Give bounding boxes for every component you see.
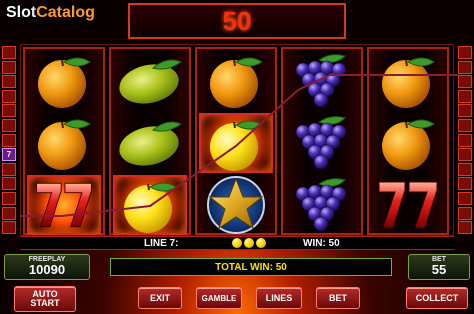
left-line-indicator <box>2 75 16 89</box>
auto-start-label-line2: START <box>30 298 60 308</box>
grapes-symbol <box>285 51 359 111</box>
orange-symbol <box>371 113 445 173</box>
left-line-indicator <box>2 104 16 118</box>
lines-label: LINES <box>265 292 293 303</box>
right-line-indicators <box>458 46 472 235</box>
right-line-indicator <box>458 177 472 191</box>
mini-lemon-icon <box>256 238 266 248</box>
collect-button[interactable]: COLLECT <box>406 287 468 309</box>
right-line-indicator <box>458 206 472 220</box>
lemon-symbol <box>113 51 187 111</box>
logo: SlotCatalog <box>6 4 95 22</box>
freeplay-panel: FREEPLAY 10090 <box>4 254 90 280</box>
grapes-symbol <box>285 175 359 235</box>
gamble-button[interactable]: GAMBLE <box>196 287 242 309</box>
win-display: 50 <box>128 3 346 39</box>
reel-1 <box>23 47 105 235</box>
exit-button[interactable]: EXIT <box>138 287 182 309</box>
left-line-indicator <box>2 206 16 220</box>
left-line-indicator <box>2 60 16 74</box>
lines-button[interactable]: LINES <box>256 287 302 309</box>
right-line-indicator <box>458 162 472 176</box>
orange-symbol <box>27 113 101 173</box>
auto-start-button[interactable]: AUTO START <box>14 286 76 312</box>
right-line-indicator <box>458 119 472 132</box>
freeplay-value: 10090 <box>28 262 66 277</box>
left-line-indicator <box>2 162 16 176</box>
mini-lemon-icon <box>244 238 254 248</box>
winning-symbols <box>232 238 266 248</box>
reel-5 <box>367 47 449 235</box>
reel-2 <box>109 47 191 235</box>
exit-label: EXIT <box>149 292 170 303</box>
winning-line-label: LINE 7: <box>144 238 179 249</box>
bet-button[interactable]: BET <box>316 287 360 309</box>
left-line-indicator <box>2 192 16 205</box>
right-line-indicator <box>458 221 472 235</box>
seven-symbol <box>371 175 445 235</box>
right-line-indicator <box>458 104 472 118</box>
seven-symbol <box>27 175 101 235</box>
bet-button-label: BET <box>329 292 347 303</box>
left-line-indicator <box>2 133 16 147</box>
right-line-indicator <box>458 192 472 205</box>
right-line-indicator <box>458 46 472 59</box>
logo-text-catalog: Catalog <box>36 4 95 21</box>
total-win-display: TOTAL WIN: 50 <box>110 258 392 276</box>
left-line-indicator <box>2 177 16 191</box>
right-line-indicator <box>458 148 472 162</box>
info-bar: LINE 7: WIN: 50 <box>20 236 454 250</box>
orange-symbol <box>371 51 445 111</box>
reel-3 <box>195 47 277 235</box>
orange-symbol <box>199 51 273 111</box>
left-line-indicators: 7 <box>2 46 16 235</box>
left-line-indicator <box>2 89 16 103</box>
gamble-label: GAMBLE <box>201 293 237 303</box>
left-line-indicator <box>2 119 16 132</box>
grapes-symbol <box>285 113 359 173</box>
mini-lemon-icon <box>232 238 242 248</box>
bet-value: 55 <box>431 262 447 277</box>
lemon-yellow-symbol <box>113 175 187 235</box>
right-line-indicator <box>458 60 472 74</box>
reel-area <box>20 44 454 236</box>
left-line-indicator <box>2 46 16 59</box>
lemon-yellow-symbol <box>199 113 273 173</box>
logo-text-slot: Slot <box>6 4 37 21</box>
lemon-symbol <box>113 113 187 173</box>
total-win-text: TOTAL WIN: 50 <box>215 261 287 273</box>
star-symbol <box>199 175 273 235</box>
win-amount: 50 <box>222 5 252 36</box>
reel-4 <box>281 47 363 235</box>
left-line-indicator: 7 <box>2 148 16 162</box>
bet-panel: BET 55 <box>408 254 470 280</box>
line-win-label: WIN: 50 <box>303 238 340 249</box>
collect-label: COLLECT <box>415 292 459 303</box>
left-line-indicator <box>2 221 16 235</box>
orange-symbol <box>27 51 101 111</box>
right-line-indicator <box>458 133 472 147</box>
right-line-indicator <box>458 89 472 103</box>
right-line-indicator <box>458 75 472 89</box>
